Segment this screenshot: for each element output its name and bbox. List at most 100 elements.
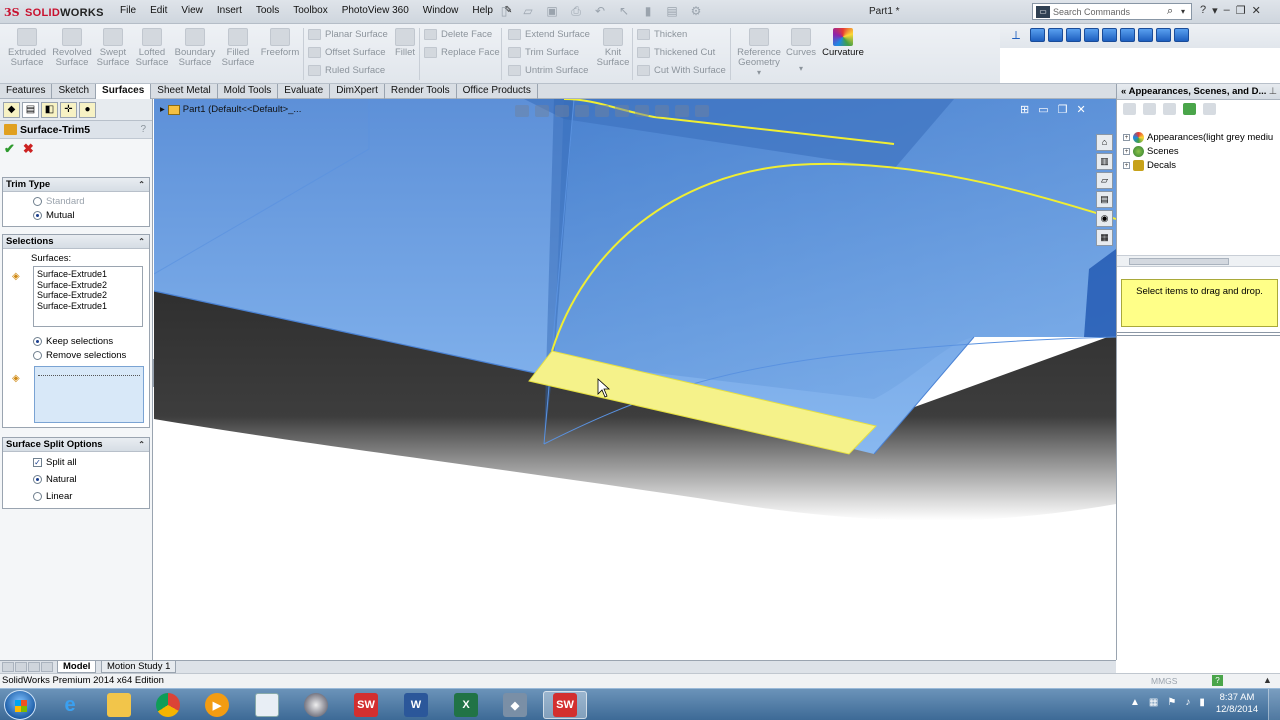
collapse-icon[interactable]: ⌃ <box>138 438 145 451</box>
apply-scene-icon[interactable] <box>675 105 689 117</box>
search-icon[interactable]: ⌕ <box>1167 5 1181 18</box>
menu-insert[interactable]: Insert <box>210 5 249 16</box>
trim-surface-button[interactable]: Trim Surface <box>508 47 579 58</box>
planar-surface-button[interactable]: Planar Surface <box>308 29 388 40</box>
split-all-checkbox[interactable]: ✓ <box>33 458 42 467</box>
feature-manager-tab-icon[interactable]: ◆ <box>3 102 20 118</box>
units-label[interactable]: MMGS <box>1151 676 1177 686</box>
feature-tree-flyout[interactable]: ▸ Part1 (Default<<Default>_... <box>160 104 301 115</box>
pin-icon[interactable]: ⊥ <box>1269 84 1277 99</box>
design-library-icon[interactable]: ▥ <box>1096 153 1113 170</box>
tab-sheet-metal[interactable]: Sheet Metal <box>151 84 218 99</box>
fillet-button[interactable]: Fillet <box>393 28 417 58</box>
solidworks-resources-icon[interactable]: ⌂ <box>1096 134 1113 151</box>
close-icon[interactable]: ✕ <box>1077 103 1086 116</box>
show-hidden-icons-icon[interactable]: ▲ <box>1130 697 1140 708</box>
view-orientation-icon[interactable] <box>595 105 609 117</box>
mutual-radio[interactable] <box>33 211 42 220</box>
minimize-icon[interactable]: ▭ <box>1038 103 1048 116</box>
surfaces-list[interactable]: Surface-Extrude1 Surface-Extrude2 Surfac… <box>33 266 143 327</box>
configuration-manager-tab-icon[interactable]: ◧ <box>41 102 58 118</box>
cancel-button[interactable]: ✖ <box>23 141 34 157</box>
app-button[interactable] <box>245 691 289 719</box>
extend-surface-button[interactable]: Extend Surface <box>508 29 590 40</box>
revolved-surface-button[interactable]: Revolved Surface <box>51 28 93 68</box>
zoom-to-area-icon[interactable] <box>535 105 549 117</box>
tile-icon[interactable]: ⊞ <box>1020 103 1029 116</box>
back-icon[interactable] <box>1123 103 1136 115</box>
home-icon[interactable] <box>1163 103 1176 115</box>
expand-icon[interactable]: + <box>1123 148 1130 155</box>
left-view-icon[interactable] <box>1066 28 1081 42</box>
offset-surface-button[interactable]: Offset Surface <box>308 47 386 58</box>
rebuild-icon[interactable]: ▮ <box>640 4 656 19</box>
top-view-icon[interactable] <box>1102 28 1117 42</box>
pane-splitter[interactable] <box>1117 332 1280 336</box>
pieces-list[interactable] <box>34 366 144 423</box>
hide-show-items-icon[interactable] <box>635 105 649 117</box>
minimize-icon[interactable]: – <box>1224 4 1230 17</box>
ie-button[interactable]: e <box>48 691 92 719</box>
natural-option[interactable]: Natural <box>33 474 77 485</box>
prev-tab-icon[interactable] <box>15 662 27 672</box>
remove-selections-radio[interactable] <box>33 351 42 360</box>
remove-selections-option[interactable]: Remove selections <box>33 350 126 361</box>
battery-icon[interactable]: ▮ <box>1199 697 1205 708</box>
volume-icon[interactable]: ♪ <box>1185 697 1190 708</box>
expand-icon[interactable]: + <box>1123 162 1130 169</box>
normal-to-icon[interactable] <box>1174 28 1189 42</box>
chevron-down-icon[interactable]: ▾ <box>735 68 783 78</box>
solidworks-active-task-button[interactable]: SW <box>543 691 587 719</box>
word-button[interactable]: W <box>394 691 438 719</box>
undo-icon[interactable]: ↶ <box>592 4 608 19</box>
cut-with-surface-button[interactable]: Cut With Surface <box>637 65 726 76</box>
tab-evaluate[interactable]: Evaluate <box>278 84 331 99</box>
next-tab-icon[interactable] <box>28 662 40 672</box>
last-tab-icon[interactable] <box>41 662 53 672</box>
ruled-surface-button[interactable]: Ruled Surface <box>308 65 385 76</box>
collapse-icon[interactable]: ⌃ <box>138 235 145 248</box>
previous-view-icon[interactable] <box>555 105 569 117</box>
chevron-up-icon[interactable]: ▲ <box>1263 675 1272 685</box>
menu-help[interactable]: Help <box>465 5 500 16</box>
list-item[interactable]: Surface-Extrude1 <box>37 269 139 280</box>
appearances-icon[interactable]: ◉ <box>1096 210 1113 227</box>
knit-surface-button[interactable]: Knit Surface <box>596 28 630 68</box>
tab-dimxpert[interactable]: DimXpert <box>330 84 385 99</box>
file-properties-icon[interactable]: ▤ <box>664 4 680 19</box>
search-commands[interactable]: ▭ Search Commands ⌕ ▾ <box>1032 3 1192 20</box>
trim-type-header[interactable]: Trim Type ⌃ <box>3 178 149 192</box>
property-manager-tab-icon[interactable]: ▤ <box>22 102 39 118</box>
edit-appearance-icon[interactable] <box>655 105 669 117</box>
view-orientation-icon[interactable]: ⟂ <box>1012 28 1027 42</box>
view-palette-icon[interactable]: ▤ <box>1096 191 1113 208</box>
thicken-button[interactable]: Thicken <box>637 29 687 40</box>
isometric-view-icon[interactable] <box>1138 28 1153 42</box>
untrim-surface-button[interactable]: Untrim Surface <box>508 65 588 76</box>
mutual-option[interactable]: Mutual <box>33 210 75 221</box>
linear-radio[interactable] <box>33 492 42 501</box>
menu-file[interactable]: File <box>113 5 143 16</box>
app-button-2[interactable] <box>294 691 338 719</box>
tree-item-decals[interactable]: + Decals <box>1123 160 1176 171</box>
extruded-surface-button[interactable]: Extruded Surface <box>6 28 48 68</box>
thickened-cut-button[interactable]: Thickened Cut <box>637 47 715 58</box>
chevron-down-icon[interactable]: ▾ <box>1212 4 1218 17</box>
3d-app-button[interactable]: ◆ <box>493 691 537 719</box>
solidworks-logo[interactable]: 3S SOLIDWORKS <box>4 5 104 20</box>
curvature-button[interactable]: Curvature <box>820 28 866 58</box>
collapse-arrows-icon[interactable]: « <box>1121 86 1126 97</box>
replace-face-button[interactable]: Replace Face <box>424 47 500 58</box>
right-view-icon[interactable] <box>1084 28 1099 42</box>
reference-geometry-button[interactable]: Reference Geometry ▾ <box>735 28 783 78</box>
boundary-surface-button[interactable]: Boundary Surface <box>173 28 217 68</box>
display-manager-tab-icon[interactable]: ● <box>79 102 96 118</box>
network-icon[interactable]: ▦ <box>1149 697 1158 708</box>
menu-edit[interactable]: Edit <box>143 5 174 16</box>
quick-tips-icon[interactable]: ? <box>1212 675 1223 686</box>
list-item[interactable]: Surface-Extrude1 <box>37 301 139 312</box>
split-all-option[interactable]: ✓ Split all <box>33 457 77 468</box>
horizontal-scrollbar[interactable] <box>1117 255 1280 267</box>
tree-item-appearances[interactable]: + Appearances(light grey mediu <box>1123 132 1273 143</box>
list-item[interactable]: Surface-Extrude2 <box>37 290 139 301</box>
